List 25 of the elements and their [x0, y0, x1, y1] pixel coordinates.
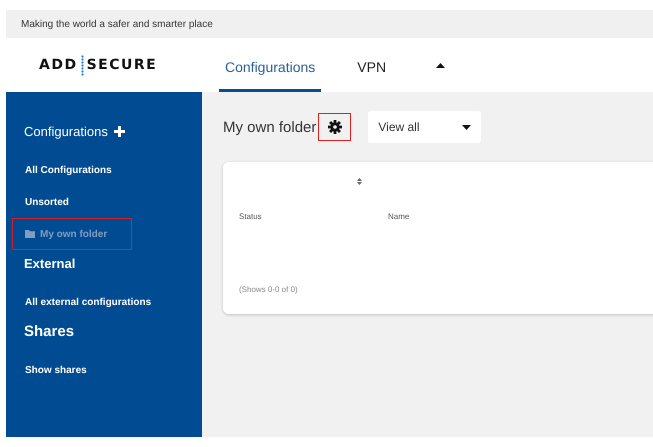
caret-up-icon [436, 62, 446, 68]
plus-icon [114, 126, 125, 136]
column-header[interactable]: Status [239, 212, 388, 221]
folder-icon [25, 230, 35, 238]
nav-tab[interactable]: VPN [351, 38, 392, 92]
column-header[interactable]: Name [388, 212, 537, 221]
sidebar-item[interactable]: All external configurations [12, 286, 156, 318]
tagline: Making the world a safer and smarter place [21, 18, 213, 30]
section-title: External [24, 256, 76, 270]
add-button[interactable] [114, 126, 125, 136]
view-select[interactable]: View all [368, 111, 482, 143]
row-count: (Shows 0-0 of 0) [239, 285, 299, 294]
sort-icon [357, 178, 362, 185]
sidebar-item[interactable]: All Configurations [12, 154, 132, 186]
page-title: My own folder [223, 118, 316, 136]
logo-text: ADD [39, 57, 78, 73]
section-title: Configurations [24, 124, 108, 138]
settings-button[interactable] [318, 113, 352, 141]
sidebar-item[interactable]: Unsorted [12, 186, 132, 218]
settings-icon [328, 120, 342, 134]
caret-down-icon [462, 124, 472, 130]
logo-text: SECURE [86, 57, 158, 73]
sidebar-item[interactable]: Show shares [12, 354, 132, 386]
dotted-divider-icon [80, 54, 84, 76]
section-title: Shares [24, 322, 74, 340]
